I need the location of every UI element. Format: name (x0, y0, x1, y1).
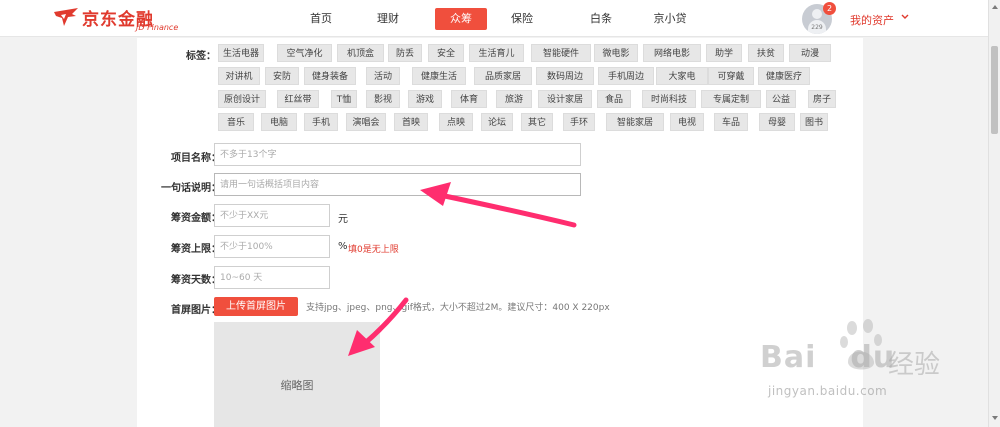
nav-baitiao[interactable]: 白条 (577, 8, 625, 30)
watermark-url: jingyan.baidu.com (768, 384, 888, 398)
nav-crowdfunding[interactable]: 众筹 (435, 8, 487, 30)
tag-item[interactable]: 健康生活 (412, 67, 466, 85)
upload-hint: 支持jpg、jpeg、png、gif格式，大小不超过2M。建议尺寸：400 X … (306, 303, 610, 313)
tag-item[interactable]: 活动 (366, 67, 400, 85)
one-liner-input[interactable] (214, 173, 581, 196)
my-assets-link[interactable]: 我的资产 (850, 12, 894, 28)
tag-item[interactable]: 红丝带 (277, 90, 319, 108)
days-input[interactable] (214, 266, 330, 289)
tag-item[interactable]: 音乐 (218, 113, 254, 131)
tag-item[interactable]: 微电影 (594, 44, 638, 62)
cap-unit: % (338, 241, 348, 252)
tag-item[interactable]: 电脑 (261, 113, 297, 131)
jd-dog-logo-icon (54, 8, 78, 26)
tag-item[interactable]: 手机周边 (598, 67, 654, 85)
tag-item[interactable]: 图书 (800, 113, 828, 131)
tag-item[interactable]: 电视 (670, 113, 704, 131)
tag-item[interactable]: 论坛 (481, 113, 513, 131)
nav-insurance[interactable]: 保险 (498, 8, 546, 30)
avatar-number: 229 (811, 24, 823, 31)
project-name-input[interactable] (214, 143, 581, 166)
tag-item[interactable]: 食品 (597, 90, 631, 108)
watermark-brand: Bai du (760, 340, 896, 375)
scrollbar-thumb[interactable] (991, 46, 998, 134)
tag-item[interactable]: 时尚科技 (642, 90, 696, 108)
tag-item[interactable]: 房子 (808, 90, 836, 108)
page-scrollbar[interactable] (988, 0, 1000, 427)
one-liner-label: 一句话说明： (161, 183, 221, 194)
nav-home[interactable]: 首页 (297, 8, 345, 30)
tag-item[interactable]: 扶贫 (748, 44, 784, 62)
scroll-down-arrow-icon[interactable] (991, 414, 999, 422)
notification-badge[interactable]: 2 (823, 2, 836, 15)
tag-item[interactable]: 手环 (563, 113, 595, 131)
tag-item[interactable]: 手机 (304, 113, 338, 131)
amount-input[interactable] (214, 204, 330, 227)
tag-item[interactable]: 防丢 (388, 44, 422, 62)
cap-input[interactable] (214, 235, 330, 258)
amount-unit: 元 (338, 214, 348, 225)
tag-item[interactable]: 健身装备 (304, 67, 356, 85)
tag-item[interactable]: 体育 (451, 90, 487, 108)
tag-item[interactable]: 公益 (766, 90, 796, 108)
tag-item[interactable]: 动漫 (789, 44, 831, 62)
chevron-down-icon[interactable] (900, 13, 910, 21)
tag-item[interactable]: 安全 (428, 44, 464, 62)
tag-item[interactable]: 母婴 (759, 113, 795, 131)
tag-item[interactable]: 影视 (366, 90, 400, 108)
nav-jd-loan[interactable]: 京小贷 (645, 8, 695, 30)
cap-warning: 填0是无上限 (348, 245, 399, 255)
tag-item[interactable]: 设计家居 (538, 90, 592, 108)
tag-item[interactable]: 专属定制 (701, 90, 761, 108)
tag-item[interactable]: 生活电器 (218, 44, 264, 62)
tag-item[interactable]: 车品 (714, 113, 748, 131)
tag-item[interactable]: 安防 (265, 67, 299, 85)
tag-item[interactable]: 智能硬件 (531, 44, 591, 62)
tag-item[interactable]: 智能家居 (606, 113, 664, 131)
top-header: 京东金融 JD Finance 首页 理财 众筹 保险 白条 京小贷 229 2… (0, 0, 988, 37)
tag-item[interactable]: 游戏 (408, 90, 442, 108)
tag-item[interactable]: 原创设计 (218, 90, 266, 108)
tag-item[interactable]: 机顶盒 (337, 44, 384, 62)
tag-item[interactable]: 旅游 (496, 90, 532, 108)
scroll-up-arrow-icon[interactable] (991, 3, 999, 11)
logo-text-en: JD Finance (136, 23, 179, 32)
tag-item[interactable]: 首映 (394, 113, 428, 131)
jd-finance-logo[interactable]: 京东金融 JD Finance (52, 5, 192, 33)
tag-item[interactable]: 对讲机 (218, 67, 260, 85)
tag-item[interactable]: 可穿戴 (708, 67, 754, 85)
tag-item[interactable]: 品质家居 (474, 67, 532, 85)
thumbnail-placeholder[interactable]: 缩略图 (214, 322, 380, 427)
tag-item[interactable]: 健康医疗 (758, 67, 810, 85)
tag-item[interactable]: 生活育儿 (469, 44, 524, 62)
tags-label: 标签： (186, 51, 216, 62)
tag-item[interactable]: 助学 (706, 44, 742, 62)
tag-item[interactable]: 点映 (439, 113, 473, 131)
tag-item[interactable]: 空气净化 (277, 44, 332, 62)
tag-item[interactable]: 大家电 (656, 67, 708, 85)
nav-wealth[interactable]: 理财 (364, 8, 412, 30)
avatar-head-shape (812, 9, 822, 19)
thumbnail-label: 缩略图 (280, 379, 314, 392)
watermark-cn: 经验 (888, 350, 941, 380)
tag-item[interactable]: 网络电影 (643, 44, 701, 62)
tag-item[interactable]: 演唱会 (346, 113, 386, 131)
tag-item[interactable]: 数码周边 (536, 67, 594, 85)
tag-item[interactable]: 其它 (521, 113, 553, 131)
upload-cover-button[interactable]: 上传首屏图片 (214, 297, 298, 316)
tag-item[interactable]: T恤 (331, 90, 357, 108)
